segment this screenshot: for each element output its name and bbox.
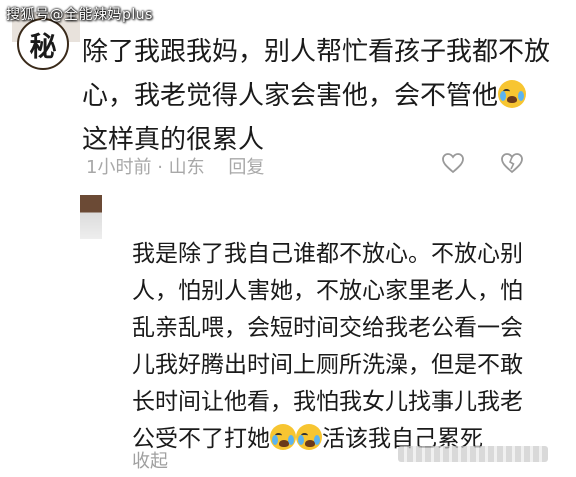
- loudly-crying-face-icon: [296, 424, 322, 450]
- avatar-glyph: 秘: [29, 31, 57, 63]
- blurred-watermark: [398, 446, 548, 462]
- meta-separator: ·: [157, 157, 163, 178]
- reply-avatar[interactable]: [80, 195, 102, 239]
- like-heart-icon[interactable]: [441, 152, 465, 174]
- watermark: 搜狐号@全能辣妈plus: [6, 7, 153, 23]
- comment-text-part1: 除了我跟我妈，别人帮忙看孩子我都不放心，我老觉得人家会害他，会不管他: [82, 37, 551, 111]
- comment-text: 除了我跟我妈，别人帮忙看孩子我都不放心，我老觉得人家会害他，会不管他这样真的很累…: [82, 30, 552, 162]
- reply-button[interactable]: 回复: [228, 157, 264, 178]
- avatar[interactable]: 秘: [17, 18, 69, 70]
- location: 山东: [168, 157, 205, 178]
- reply-text: 我是除了我自己谁都不放心。不放心别人，怕别人害她，不放心家里老人，怕乱亲乱喂，会…: [132, 236, 542, 458]
- loudly-crying-face-icon: [270, 424, 296, 450]
- comment-text-part2: 这样真的很累人: [82, 125, 265, 155]
- dislike-broken-heart-icon[interactable]: [500, 152, 524, 174]
- timestamp: 1小时前: [86, 157, 152, 178]
- collapse-button[interactable]: 收起: [132, 447, 168, 473]
- loudly-crying-face-icon: [498, 80, 527, 108]
- comment-meta: 1小时前 · 山东 回复: [86, 153, 264, 179]
- reply-text-part1: 我是除了我自己谁都不放心。不放心别人，怕别人害她，不放心家里老人，怕乱亲乱喂，会…: [132, 241, 523, 452]
